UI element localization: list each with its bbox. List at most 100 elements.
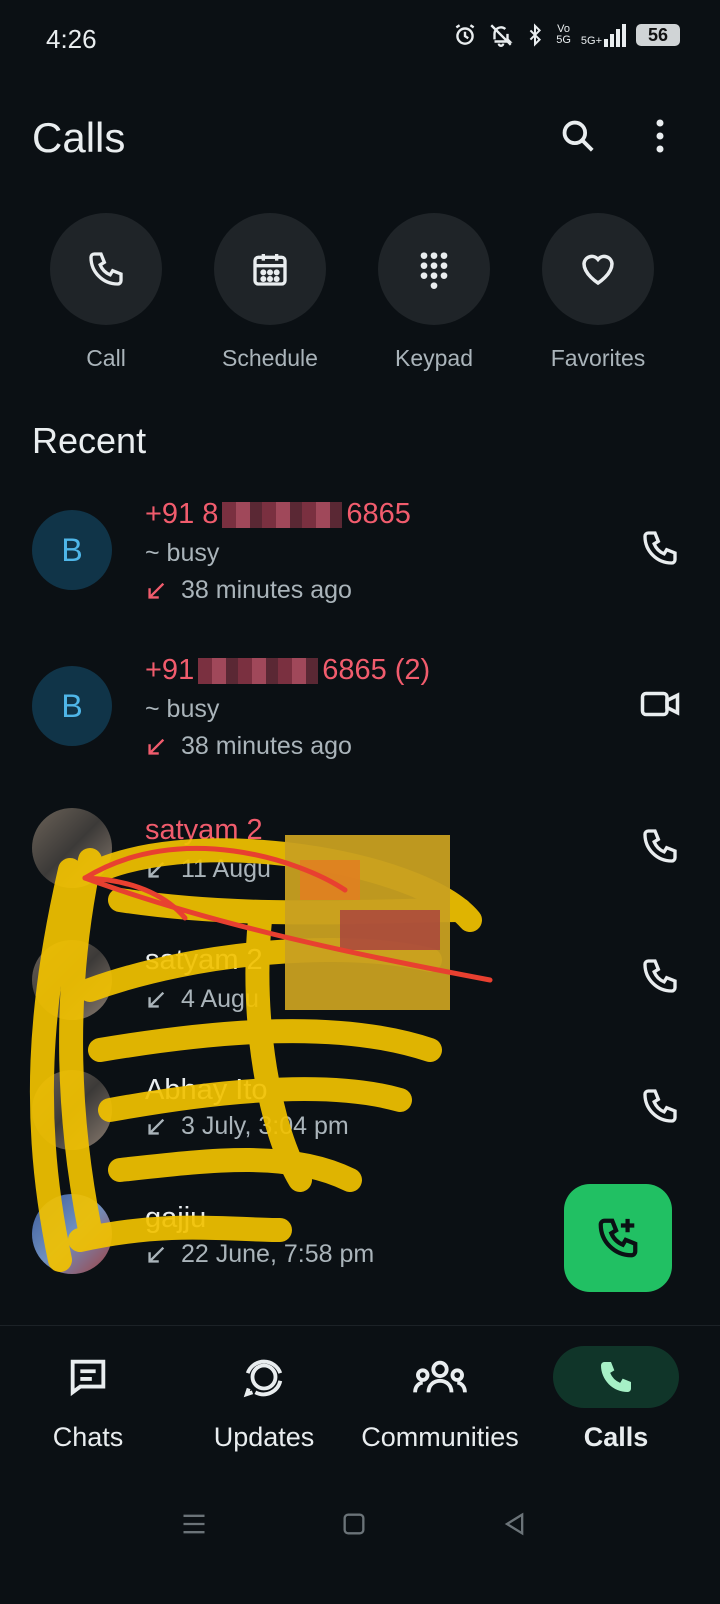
call-row[interactable]: satyam 2 4 Augu xyxy=(0,932,720,1062)
nav-icon-wrap xyxy=(176,1346,352,1408)
status-time: 4:26 xyxy=(46,24,97,54)
signal-icon: 5G+ xyxy=(580,23,626,47)
call-row[interactable]: satyam 2 11 Augu xyxy=(0,800,720,930)
call-time: 3 July, 3:04 pm xyxy=(181,1112,349,1140)
avatar xyxy=(32,1070,112,1150)
nav-calls[interactable]: Calls xyxy=(528,1346,704,1453)
video-call-button[interactable] xyxy=(632,676,688,732)
voice-call-button[interactable] xyxy=(632,818,688,874)
caller-name: +91 6865 (2) xyxy=(145,654,430,687)
call-time: 4 Augu xyxy=(181,985,259,1013)
missed-call-arrow-icon xyxy=(148,738,165,755)
phone-icon xyxy=(643,959,677,993)
call-row[interactable]: B +91 6865 (2) ~ busy 38 minutes ago xyxy=(0,640,720,770)
search-button[interactable] xyxy=(554,112,602,160)
quick-action-favorites[interactable]: Favorites xyxy=(542,213,654,372)
caller-name: Abhay Ito xyxy=(145,1074,268,1106)
avatar xyxy=(32,1194,112,1274)
caller-name: satyam 2 xyxy=(145,814,263,846)
redacted-block xyxy=(198,658,319,685)
caller-name-prefix: +91 8 xyxy=(145,498,219,530)
call-row[interactable]: Abhay Ito 3 July, 3:04 pm xyxy=(0,1062,720,1192)
volte-icon: Vo 5G xyxy=(556,23,571,46)
more-vert-icon xyxy=(656,119,664,153)
call-arrow-icon xyxy=(148,991,165,1008)
network-label: 5G+ xyxy=(580,34,602,47)
caller-name: satyam 2 xyxy=(145,944,263,976)
missed-call-arrow-icon xyxy=(148,582,165,599)
caller-name-suffix: 6865 (2) xyxy=(322,654,431,686)
keypad-icon xyxy=(420,252,448,289)
avatar: B xyxy=(32,666,112,746)
recents-menu-icon[interactable] xyxy=(180,1510,208,1538)
call-arrow-icon xyxy=(148,861,165,878)
nav-communities[interactable]: Communities xyxy=(352,1346,528,1453)
nav-label: Updates xyxy=(213,1422,315,1452)
call-time: 38 minutes ago xyxy=(181,732,352,760)
video-icon xyxy=(640,691,680,717)
call-meta: 22 June, 7:58 pm xyxy=(145,1240,374,1269)
nav-label: Communities xyxy=(361,1422,519,1452)
nav-label: Calls xyxy=(583,1422,649,1452)
alarm-icon xyxy=(455,24,475,45)
quick-action-circle xyxy=(214,213,326,325)
updates-icon xyxy=(243,1359,283,1398)
new-call-button[interactable] xyxy=(564,1184,672,1292)
bell-off-icon xyxy=(490,24,513,47)
calendar-icon xyxy=(253,254,287,286)
call-arrow-icon xyxy=(148,1118,165,1135)
voice-call-button[interactable] xyxy=(632,520,688,576)
heart-icon xyxy=(582,254,614,286)
call-row[interactable]: B +91 8 6865 ~ busy 38 minutes ago xyxy=(0,484,720,614)
nav-updates[interactable]: Updates xyxy=(176,1346,352,1453)
voice-call-button[interactable] xyxy=(632,1078,688,1134)
quick-action-label: Schedule xyxy=(222,345,318,371)
search-icon xyxy=(562,120,594,152)
chats-icon xyxy=(70,1359,106,1397)
phone-icon xyxy=(643,829,677,863)
caller-name: gajju xyxy=(145,1202,207,1234)
battery-icon: 56 xyxy=(636,24,680,46)
nav-icon-wrap xyxy=(352,1346,528,1408)
voice-call-button[interactable] xyxy=(632,948,688,1004)
section-title-recent: Recent xyxy=(32,420,147,461)
nav-label: Chats xyxy=(52,1422,124,1452)
nav-chats[interactable]: Chats xyxy=(0,1346,176,1453)
communities-icon xyxy=(413,1360,467,1393)
quick-action-circle xyxy=(542,213,654,325)
call-time: 38 minutes ago xyxy=(181,576,352,604)
caller-name-prefix: +91 xyxy=(145,654,195,686)
nav-active-indicator xyxy=(553,1346,679,1408)
home-icon[interactable] xyxy=(340,1510,368,1538)
calls-icon xyxy=(601,1362,631,1392)
quick-action-call[interactable]: Call xyxy=(50,213,162,372)
caller-subtitle: ~ busy xyxy=(145,539,220,567)
quick-action-schedule[interactable]: Schedule xyxy=(214,213,326,372)
call-meta: 11 Augu xyxy=(145,855,271,884)
nav-icon-wrap xyxy=(0,1346,176,1408)
quick-action-circle xyxy=(50,213,162,325)
call-meta: 38 minutes ago xyxy=(145,576,352,605)
quick-action-label: Favorites xyxy=(550,345,646,371)
call-meta: 38 minutes ago xyxy=(145,732,352,761)
avatar: B xyxy=(32,510,112,590)
status-icons: Vo 5G 5G+ 56 xyxy=(452,22,680,48)
quick-action-circle xyxy=(378,213,490,325)
system-nav-bar xyxy=(0,1490,720,1560)
quick-action-label: Keypad xyxy=(394,345,473,371)
add-call-icon xyxy=(598,1218,638,1258)
more-options-button[interactable] xyxy=(636,112,684,160)
quick-action-keypad[interactable]: Keypad xyxy=(378,213,490,372)
page-title: Calls xyxy=(32,114,126,161)
call-time: 22 June, 7:58 pm xyxy=(181,1240,375,1268)
phone-icon xyxy=(89,252,123,286)
call-time: 11 Augu xyxy=(181,855,271,883)
quick-action-label: Call xyxy=(86,345,126,371)
caller-name: +91 8 6865 xyxy=(145,498,411,531)
bottom-nav: Chats Updates Communities Calls xyxy=(0,1325,720,1486)
caller-subtitle: ~ busy xyxy=(145,695,220,723)
avatar xyxy=(32,940,112,1020)
call-arrow-icon xyxy=(148,1246,165,1263)
back-icon[interactable] xyxy=(500,1510,528,1538)
caller-name-suffix: 6865 xyxy=(346,498,411,530)
